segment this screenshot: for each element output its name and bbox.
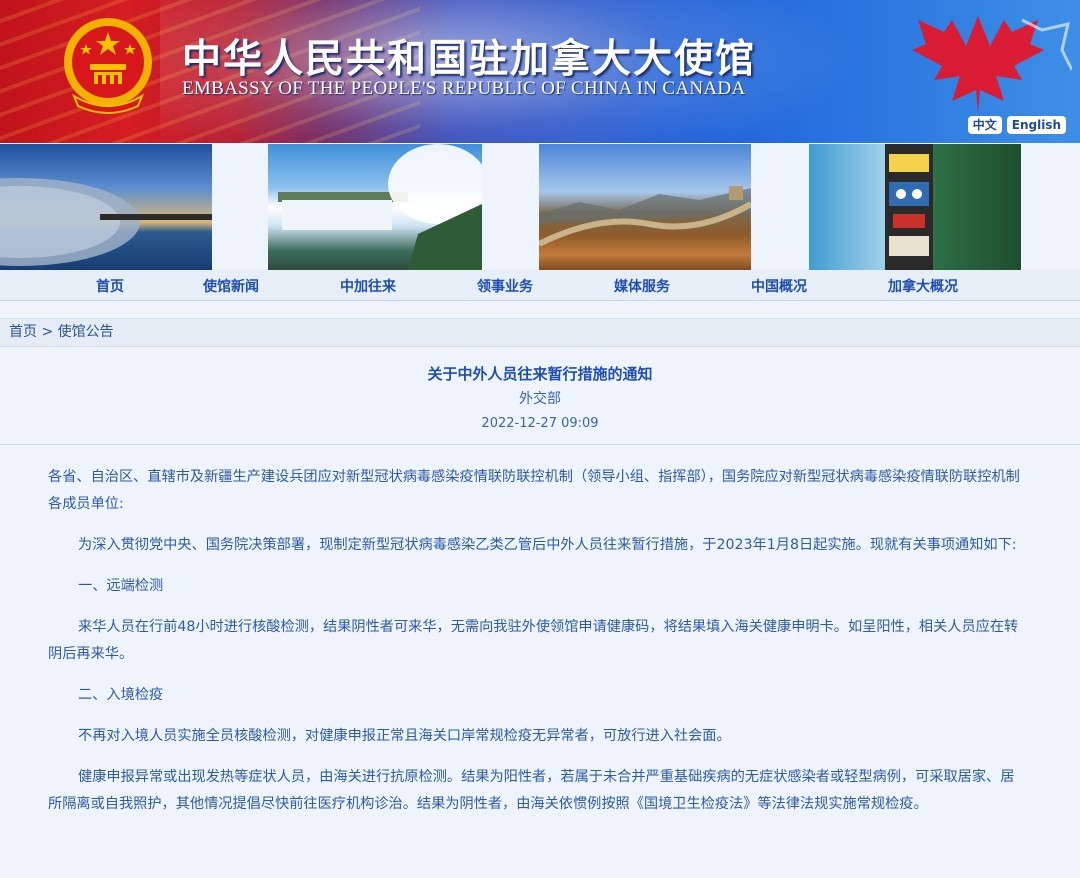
breadcrumb-section-link[interactable]: 使馆公告 bbox=[58, 324, 114, 340]
lang-english-button[interactable]: English bbox=[1006, 116, 1066, 134]
maple-leaf-icon bbox=[912, 16, 1072, 114]
nav-media-services[interactable]: 媒体服务 bbox=[614, 276, 670, 296]
nav-china-canada-relations[interactable]: 中加往来 bbox=[340, 276, 396, 296]
language-switcher: 中文 English bbox=[967, 116, 1066, 134]
photo-strip bbox=[0, 143, 1080, 270]
nav-embassy-news[interactable]: 使馆新闻 bbox=[203, 276, 259, 296]
article-source: 外交部 bbox=[519, 391, 561, 407]
article-paragraph: 不再对入境人员实施全员核酸检测，对健康申报正常且海关口岸常规检疫无异常者，可放行… bbox=[78, 728, 731, 744]
nav-consular-services[interactable]: 领事业务 bbox=[477, 276, 533, 296]
nav-about-china[interactable]: 中国概况 bbox=[751, 276, 807, 296]
breadcrumb: 首页 > 使馆公告 bbox=[0, 318, 1080, 347]
embassy-title-chinese: 中华人民共和国驻加拿大大使馆 bbox=[182, 36, 757, 82]
article-paragraph: 健康申报异常或出现发热等症状人员，由海关进行抗原检测。结果为阳性者，若属于未合并… bbox=[48, 769, 1015, 812]
photo-national-theater bbox=[0, 144, 212, 270]
article-body: 各省、自治区、直辖市及新疆生产建设兵团应对新型冠状病毒感染疫情联防联控机制（领导… bbox=[0, 445, 1080, 818]
article-header: 关于中外人员往来暂行措施的通知 外交部 2022-12-27 09:09 bbox=[0, 347, 1080, 432]
embassy-title-english: EMBASSY OF THE PEOPLE'S REPUBLIC OF CHIN… bbox=[182, 78, 746, 99]
photo-niagara-falls bbox=[268, 144, 482, 270]
breadcrumb-separator: > bbox=[41, 324, 54, 340]
breadcrumb-home-link[interactable]: 首页 bbox=[9, 324, 37, 340]
section-heading-remote-testing: 一、远端检测 bbox=[78, 578, 164, 594]
lang-chinese-button[interactable]: 中文 bbox=[967, 116, 1002, 134]
header-banner: 中华人民共和国驻加拿大大使馆 EMBASSY OF THE PEOPLE'S R… bbox=[0, 0, 1080, 143]
photo-great-wall bbox=[539, 144, 751, 270]
article-paragraph: 为深入贯彻党中央、国务院决策部署，现制定新型冠状病毒感染乙类乙管后中外人员往来暂… bbox=[78, 537, 1017, 553]
nav-home[interactable]: 首页 bbox=[96, 276, 124, 296]
article-date: 2022-12-27 09:09 bbox=[481, 416, 599, 431]
article-paragraph: 各省、自治区、直辖市及新疆生产建设兵团应对新型冠状病毒感染疫情联防联控机制（领导… bbox=[48, 469, 1020, 512]
photo-totem-pole bbox=[809, 144, 1021, 270]
section-heading-entry-quarantine: 二、入境检疫 bbox=[78, 687, 164, 703]
article-title: 关于中外人员往来暂行措施的通知 bbox=[427, 365, 653, 383]
national-emblem-icon bbox=[64, 18, 152, 114]
main-navigation: 首页 使馆新闻 中加往来 领事业务 媒体服务 中国概况 加拿大概况 bbox=[0, 270, 1080, 301]
nav-about-canada[interactable]: 加拿大概况 bbox=[888, 276, 958, 296]
article-paragraph: 来华人员在行前48小时进行核酸检测，结果阴性者可来华，无需向我驻外使领馆申请健康… bbox=[48, 619, 1019, 662]
